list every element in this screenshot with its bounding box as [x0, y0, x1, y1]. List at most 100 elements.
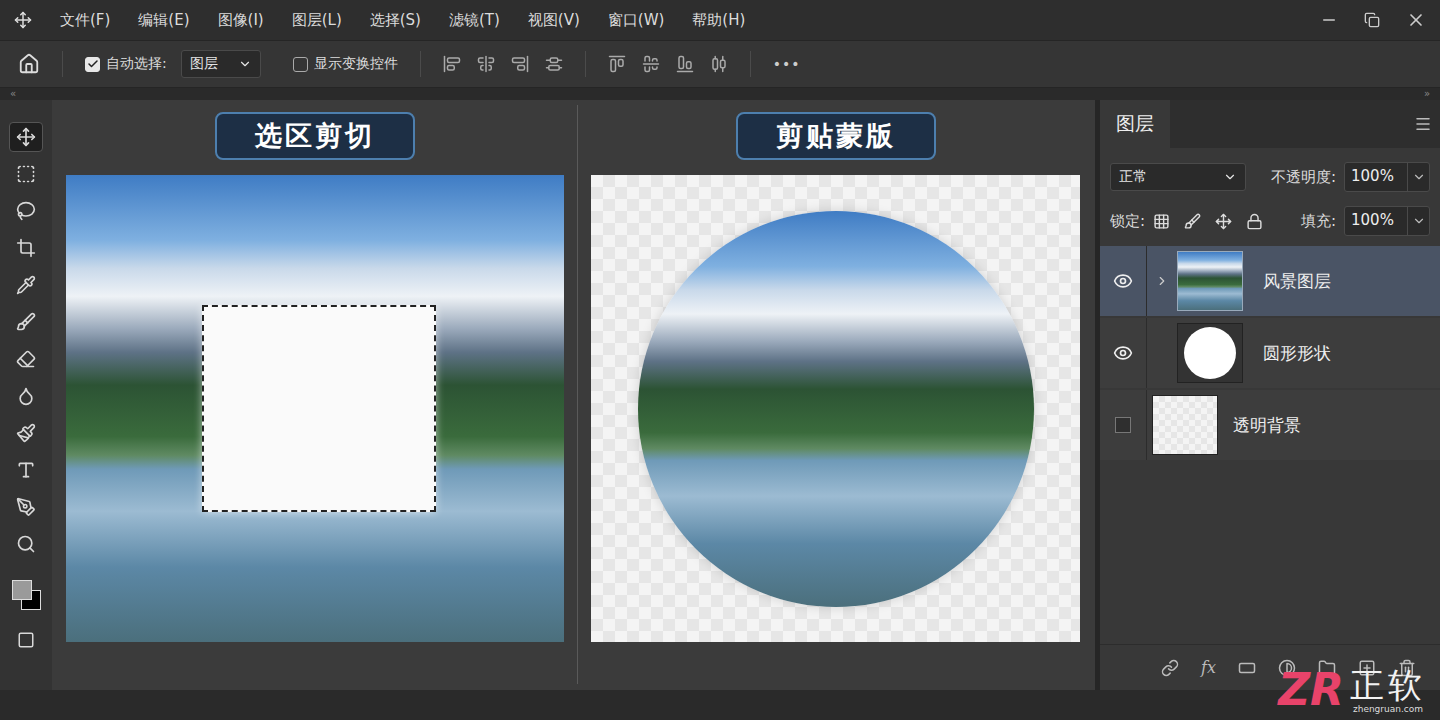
clip-slot — [1147, 274, 1177, 288]
lock-position-icon[interactable] — [1215, 213, 1232, 230]
menu-item[interactable]: 窗口(W) — [608, 11, 665, 30]
layer-thumbnail — [1177, 251, 1243, 311]
lock-pixels-icon[interactable] — [1184, 213, 1201, 230]
tool-button[interactable] — [9, 529, 43, 559]
menu-item[interactable]: 滤镜(T) — [449, 11, 500, 30]
eye-icon — [1113, 343, 1133, 363]
tool-button[interactable] — [9, 344, 43, 374]
workspace: 选区剪切剪贴蒙版图层正常不透明度:100%锁定:填充:100%风景图层圆形形状透… — [0, 100, 1440, 690]
align-middle-icon[interactable] — [642, 55, 660, 73]
layer-name: 圆形形状 — [1263, 342, 1331, 365]
screen-mode-icon — [17, 631, 35, 649]
menu-item[interactable]: 编辑(E) — [138, 11, 189, 30]
demo-title: 选区剪切 — [215, 112, 415, 160]
tool-button[interactable] — [9, 196, 43, 226]
visibility-toggle[interactable] — [1100, 318, 1147, 388]
demo-column: 剪贴蒙版 — [591, 112, 1080, 690]
link-icon[interactable] — [1161, 659, 1179, 677]
visibility-toggle[interactable] — [1100, 246, 1147, 316]
layer-name: 风景图层 — [1263, 270, 1331, 293]
collapse-left[interactable]: « — [10, 89, 16, 99]
tool-button[interactable] — [9, 492, 43, 522]
chevron-down-icon — [1412, 170, 1426, 184]
color-swatches[interactable] — [9, 578, 43, 618]
opacity-dropdown[interactable] — [1407, 163, 1429, 191]
minimize-icon[interactable] — [1320, 11, 1338, 29]
photoshop-window: 文件(F) 编辑(E) 图像(I) 图层(L) 选择(S) 滤镜(T) 视图(V) 窗口(W)… — [0, 0, 1440, 720]
layer-row[interactable]: 圆形形状 — [1100, 318, 1440, 388]
menu-item[interactable]: 图层(L) — [292, 11, 342, 30]
home-icon[interactable] — [18, 53, 40, 75]
distribute-icon[interactable] — [710, 55, 728, 73]
menu-item[interactable]: 帮助(H) — [692, 11, 745, 30]
divider — [577, 105, 578, 684]
layer-thumbnail — [1177, 323, 1243, 383]
restore-icon[interactable] — [1364, 12, 1380, 28]
auto-select-target[interactable]: 图层 — [181, 50, 261, 78]
close-icon[interactable] — [1406, 10, 1426, 30]
options-bar: 自动选择: 图层 显示变换控件 ••• — [0, 40, 1440, 88]
layer-row[interactable]: 风景图层 — [1100, 246, 1440, 316]
align-top-icon[interactable] — [608, 55, 626, 73]
status-bar — [0, 690, 1440, 720]
layers-panel: 图层正常不透明度:100%锁定:填充:100%风景图层圆形形状透明背景fx — [1100, 100, 1440, 690]
move-icon[interactable] — [14, 11, 32, 29]
menu-item[interactable]: 视图(V) — [528, 11, 580, 30]
collapse-right[interactable]: » — [1424, 89, 1430, 99]
distribute-icon[interactable] — [545, 55, 563, 73]
more-button[interactable]: ••• — [773, 56, 801, 72]
align-group — [443, 55, 563, 73]
lock-all-icon[interactable] — [1246, 213, 1263, 230]
menu-item[interactable]: 选择(S) — [370, 11, 421, 30]
align-center-icon[interactable] — [477, 55, 495, 73]
foreground-color[interactable] — [12, 580, 32, 600]
tool-button[interactable] — [9, 159, 43, 189]
pen-icon — [16, 497, 36, 517]
mask-icon[interactable] — [1238, 659, 1256, 677]
menu-item[interactable]: 文件(F) — [60, 11, 110, 30]
separator — [62, 51, 63, 77]
auto-select-checkbox[interactable]: 自动选择: — [85, 55, 167, 73]
tool-button[interactable] — [9, 122, 43, 152]
fill-label: 填充: — [1301, 212, 1336, 231]
transform-controls-checkbox[interactable]: 显示变换控件 — [293, 55, 398, 73]
menu-item[interactable]: 图像(I) — [218, 11, 264, 30]
tool-button[interactable] — [9, 233, 43, 263]
menu-icon — [1414, 115, 1432, 133]
checkbox[interactable] — [293, 57, 308, 72]
fill-dropdown[interactable] — [1407, 207, 1429, 235]
panel-menu[interactable] — [1414, 100, 1432, 148]
tool-button[interactable] — [9, 381, 43, 411]
align-left-icon[interactable] — [443, 55, 461, 73]
opacity-value: 100% — [1345, 163, 1407, 191]
tool-button[interactable] — [9, 455, 43, 485]
lock-transparency-icon[interactable] — [1153, 213, 1170, 230]
blend-row: 正常不透明度:100% — [1100, 162, 1440, 192]
align-bottom-icon[interactable] — [676, 55, 694, 73]
fx-button[interactable]: fx — [1201, 658, 1216, 677]
opacity-field[interactable]: 100% — [1344, 162, 1430, 192]
tool-button[interactable] — [9, 418, 43, 448]
tool-button[interactable] — [9, 307, 43, 337]
align-right-icon[interactable] — [511, 55, 529, 73]
watermark-text: 正软zhengruan.com — [1350, 667, 1426, 714]
window-controls — [1320, 10, 1426, 30]
screen-mode-button[interactable] — [9, 625, 43, 655]
layer-row[interactable]: 透明背景 — [1100, 390, 1440, 460]
align-group — [608, 55, 728, 73]
layer-name: 透明背景 — [1233, 414, 1301, 437]
checkbox[interactable] — [85, 57, 100, 72]
separator — [420, 51, 421, 77]
move-icon — [16, 127, 36, 147]
selection-marquee[interactable] — [202, 305, 436, 512]
eraser-icon — [16, 349, 36, 369]
watermark-name: 正软 — [1350, 667, 1426, 704]
fill-field[interactable]: 100% — [1344, 206, 1430, 236]
layers-tab[interactable]: 图层 — [1100, 100, 1170, 148]
blend-mode-select[interactable]: 正常 — [1110, 163, 1246, 191]
chevron-down-icon — [1223, 170, 1237, 184]
visibility-toggle[interactable] — [1100, 390, 1147, 460]
type-icon — [16, 460, 36, 480]
fill-value: 100% — [1345, 207, 1407, 235]
tool-button[interactable] — [9, 270, 43, 300]
